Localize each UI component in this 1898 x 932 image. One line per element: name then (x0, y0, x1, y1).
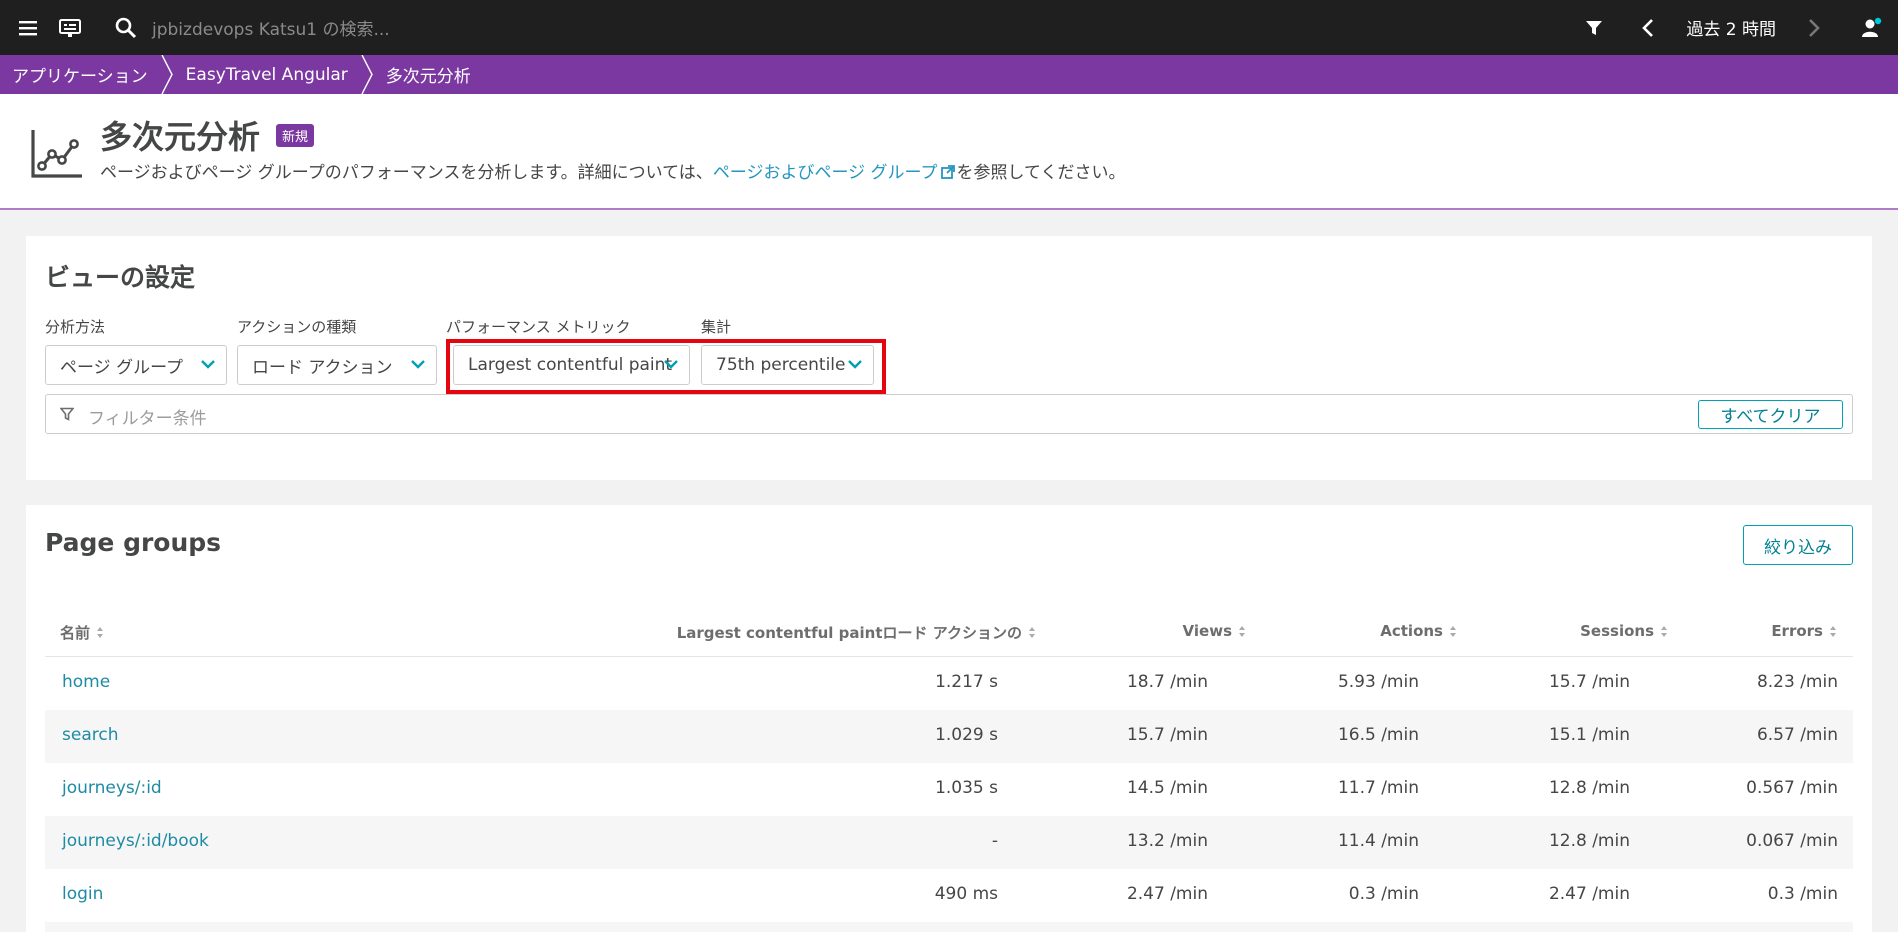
actions-value: 11.7 /min (1337, 778, 1419, 798)
clear-all-button[interactable]: すべてクリア (1698, 400, 1843, 429)
sessions-value: 15.7 /min (1548, 672, 1630, 692)
page-group-link[interactable]: journeys/:id (62, 778, 162, 798)
views-value: 13.2 /min (1126, 831, 1208, 851)
breadcrumb-separator-icon (161, 55, 173, 94)
highlight-annotation (446, 339, 886, 394)
filter-bar[interactable]: フィルター条件 すべてクリア (45, 394, 1853, 434)
page-header: 多次元分析 新規 ページおよびページ グループのパフォーマンスを分析します。詳細… (0, 94, 1898, 210)
page-group-link[interactable]: search (62, 725, 118, 745)
page-title: 多次元分析 (100, 118, 261, 156)
description-text-end: を参照してください。 (956, 163, 1126, 183)
timeframe-selector[interactable]: 過去 2 時間 (1668, 15, 1794, 40)
errors-value: 6.57 /min (1756, 725, 1838, 745)
actions-value: 0.3 /min (1348, 884, 1419, 904)
errors-value: 0.067 /min (1746, 831, 1838, 851)
chart-line-icon (30, 128, 84, 184)
sessions-value: 15.1 /min (1548, 725, 1630, 745)
page-groups-table: 名前 Largest contentful paintロード アクションの Vi… (45, 605, 1853, 932)
user-icon[interactable] (1852, 0, 1892, 55)
analysis-method-dropdown[interactable]: ページ グループ (45, 345, 227, 385)
sort-icon (97, 627, 104, 638)
refine-button[interactable]: 絞り込み (1743, 525, 1853, 565)
docs-link[interactable]: ページおよびページ グループ (713, 163, 938, 183)
table-header-row: 名前 Largest contentful paintロード アクションの Vi… (45, 605, 1853, 657)
new-badge: 新規 (276, 123, 315, 147)
sort-icon (1661, 625, 1667, 637)
actions-value: 11.4 /min (1337, 831, 1419, 851)
lcp-value: 1.217 s (935, 672, 998, 692)
action-type-dropdown[interactable]: ロード アクション (237, 345, 437, 385)
views-value: 15.7 /min (1126, 725, 1208, 745)
timeframe-prev-icon[interactable] (1628, 0, 1668, 55)
search-icon[interactable] (106, 0, 146, 55)
views-value: 2.47 /min (1126, 884, 1208, 904)
lcp-value: - (991, 831, 998, 851)
breadcrumb-applications[interactable]: アプリケーション (0, 55, 160, 94)
actions-value: 16.5 /min (1337, 725, 1419, 745)
search-input[interactable]: jpbizdevops Katsu1 の検索... (152, 15, 390, 40)
page-group-link[interactable]: login (62, 884, 103, 904)
description-text: ページおよびページ グループのパフォーマンスを分析します。詳細については、 (100, 163, 713, 183)
errors-value: 0.567 /min (1746, 778, 1838, 798)
lcp-value: 1.029 s (935, 725, 998, 745)
column-header-name[interactable]: 名前 (60, 622, 104, 643)
aggregation-label: 集計 (701, 318, 732, 336)
timeframe-next-icon[interactable] (1794, 0, 1834, 55)
table-row (45, 922, 1853, 932)
actions-value: 5.93 /min (1337, 672, 1419, 692)
errors-value: 0.3 /min (1767, 884, 1838, 904)
view-settings-title: ビューの設定 (45, 263, 196, 292)
chevron-down-icon (411, 360, 425, 369)
lcp-value: 1.035 s (935, 778, 998, 798)
action-type-value: ロード アクション (252, 357, 393, 378)
sort-icon (1239, 625, 1245, 637)
table-row: journeys/:id 1.035 s 14.5 /min 11.7 /min… (45, 763, 1853, 816)
breadcrumb-separator-icon (361, 55, 373, 94)
filter-icon[interactable] (1574, 0, 1614, 55)
action-type-label: アクションの種類 (237, 318, 357, 336)
filter-icon (60, 407, 74, 421)
views-value: 14.5 /min (1126, 778, 1208, 798)
view-settings-panel: ビューの設定 分析方法 ページ グループ アクションの種類 ロード アクション … (26, 236, 1872, 480)
sessions-value: 12.8 /min (1548, 831, 1630, 851)
breadcrumb-current: 多次元分析 (385, 67, 471, 87)
column-header-sessions[interactable]: Sessions (1580, 622, 1668, 640)
table-row: login 490 ms 2.47 /min 0.3 /min 2.47 /mi… (45, 869, 1853, 922)
column-header-actions[interactable]: Actions (1380, 622, 1457, 640)
performance-metric-label: パフォーマンス メトリック (446, 318, 631, 336)
page-group-link[interactable]: home (62, 672, 110, 692)
table-row: home 1.217 s 18.7 /min 5.93 /min 15.7 /m… (45, 657, 1853, 710)
sort-icon (1450, 625, 1456, 637)
sessions-value: 2.47 /min (1548, 884, 1630, 904)
breadcrumb-app[interactable]: EasyTravel Angular (174, 55, 360, 94)
analysis-method-label: 分析方法 (45, 318, 106, 336)
external-link-icon[interactable] (940, 165, 955, 179)
sort-icon (1830, 625, 1836, 637)
page-group-link[interactable]: journeys/:id/book (62, 831, 209, 851)
sort-icon (1029, 627, 1035, 638)
column-header-lcp[interactable]: Largest contentful paintロード アクションの (677, 622, 1036, 643)
page-groups-panel: Page groups 絞り込み 名前 Largest contentful p… (26, 505, 1872, 932)
column-header-errors[interactable]: Errors (1771, 622, 1837, 640)
page-groups-title: Page groups (45, 528, 222, 557)
page-description: ページおよびページ グループのパフォーマンスを分析します。詳細については、ページ… (100, 158, 1126, 183)
views-value: 18.7 /min (1126, 672, 1208, 692)
menu-icon[interactable] (8, 0, 48, 55)
column-header-views[interactable]: Views (1183, 622, 1246, 640)
breadcrumb: アプリケーション EasyTravel Angular 多次元分析 (0, 55, 1898, 94)
analysis-method-value: ページ グループ (60, 357, 184, 378)
table-row: journeys/:id/book - 13.2 /min 11.4 /min … (45, 816, 1853, 869)
sessions-value: 12.8 /min (1548, 778, 1630, 798)
chevron-down-icon (201, 360, 215, 369)
table-row: search 1.029 s 15.7 /min 16.5 /min 15.1 … (45, 710, 1853, 763)
dashboard-icon[interactable] (50, 0, 90, 55)
top-bar: jpbizdevops Katsu1 の検索... 過去 2 時間 (0, 0, 1898, 55)
filter-input[interactable]: フィルター条件 (88, 404, 207, 429)
lcp-value: 490 ms (934, 884, 998, 904)
errors-value: 8.23 /min (1756, 672, 1838, 692)
